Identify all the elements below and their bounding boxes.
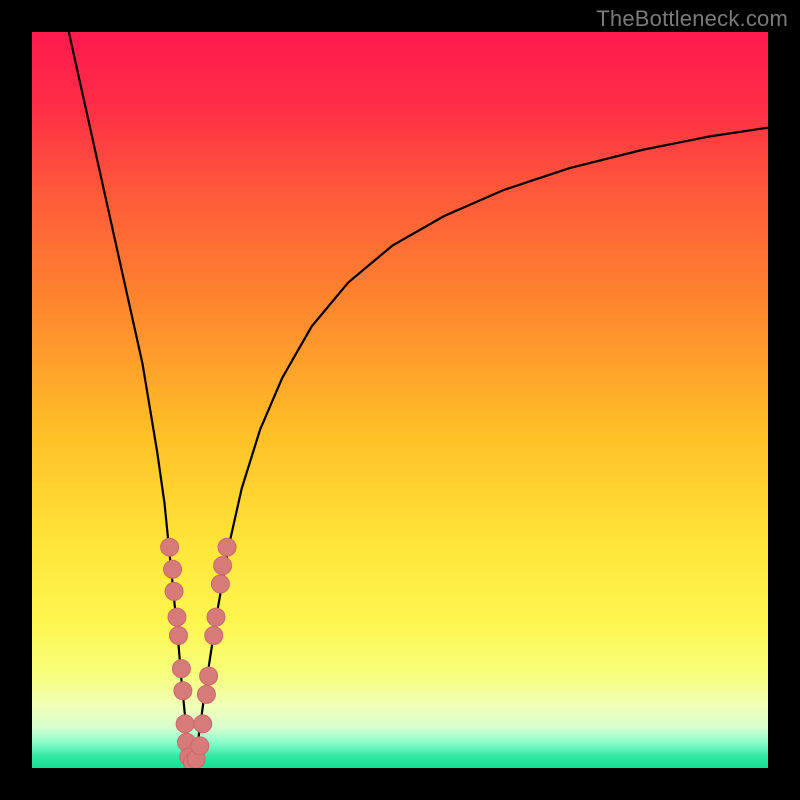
- curve-right: [194, 128, 768, 765]
- highlight-marker: [164, 560, 182, 578]
- highlight-marker: [169, 627, 187, 645]
- attribution-text: TheBottleneck.com: [596, 6, 788, 32]
- highlight-marker: [214, 557, 232, 575]
- highlight-marker: [174, 682, 192, 700]
- highlight-marker: [218, 538, 236, 556]
- highlight-marker: [205, 627, 223, 645]
- highlight-marker: [194, 715, 212, 733]
- highlight-marker: [165, 582, 183, 600]
- highlight-marker: [176, 715, 194, 733]
- highlight-marker: [172, 660, 190, 678]
- highlight-marker: [207, 608, 225, 626]
- chart-svg: [32, 32, 768, 768]
- highlight-marker: [200, 667, 218, 685]
- outer-frame: TheBottleneck.com: [0, 0, 800, 800]
- highlight-marker: [161, 538, 179, 556]
- plot-area: [32, 32, 768, 768]
- highlight-marker: [197, 685, 215, 703]
- highlight-marker: [211, 575, 229, 593]
- highlight-marker: [168, 608, 186, 626]
- highlight-marker: [191, 737, 209, 755]
- curve-left: [69, 32, 191, 764]
